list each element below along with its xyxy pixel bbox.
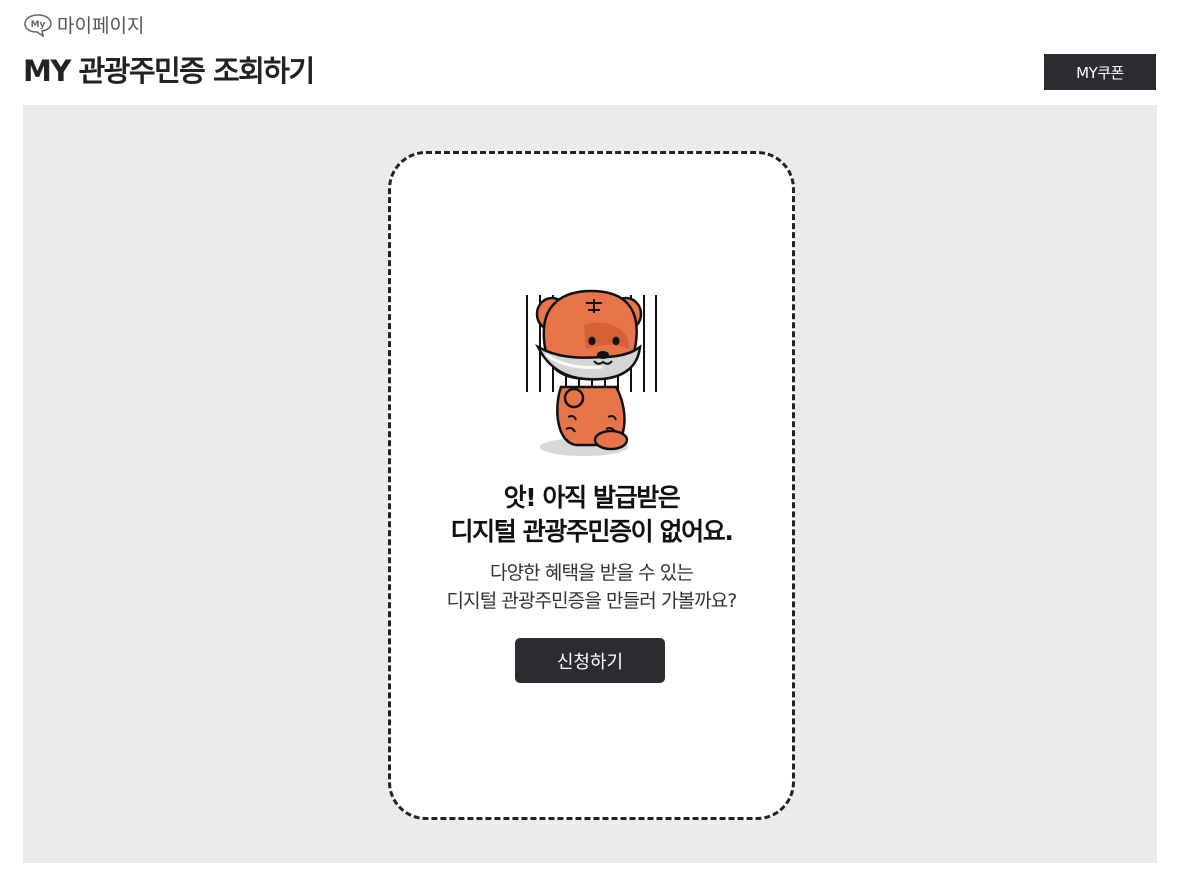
page-title: MY 관광주민증 조회하기 [23,54,315,88]
sad-tiger-behind-bars-icon [526,289,657,456]
breadcrumb: My 마이페이지 [23,11,144,38]
content-panel: 앗! 아직 발급받은 디지털 관광주민증이 없어요. 다양한 혜택을 받을 수 … [23,105,1157,863]
headline-line-2: 디지털 관광주민증이 없어요. [450,517,734,546]
my-speech-bubble-icon: My [23,13,53,37]
apply-button[interactable]: 신청하기 [515,638,665,683]
empty-state-description: 다양한 혜택을 받을 수 있는 디지털 관광주민증을 만들러 가볼까요? [391,559,792,615]
description-line-2: 디지털 관광주민증을 만들러 가볼까요? [446,590,738,612]
breadcrumb-label: 마이페이지 [57,15,145,37]
svg-text:My: My [31,20,46,30]
empty-state-card: 앗! 아직 발급받은 디지털 관광주민증이 없어요. 다양한 혜택을 받을 수 … [388,151,795,820]
description-line-1: 다양한 혜택을 받을 수 있는 [490,562,694,584]
my-coupon-button[interactable]: MY쿠폰 [1044,54,1156,90]
headline-line-1: 앗! 아직 발급받은 [503,483,681,512]
empty-state-headline: 앗! 아직 발급받은 디지털 관광주민증이 없어요. [391,481,792,549]
